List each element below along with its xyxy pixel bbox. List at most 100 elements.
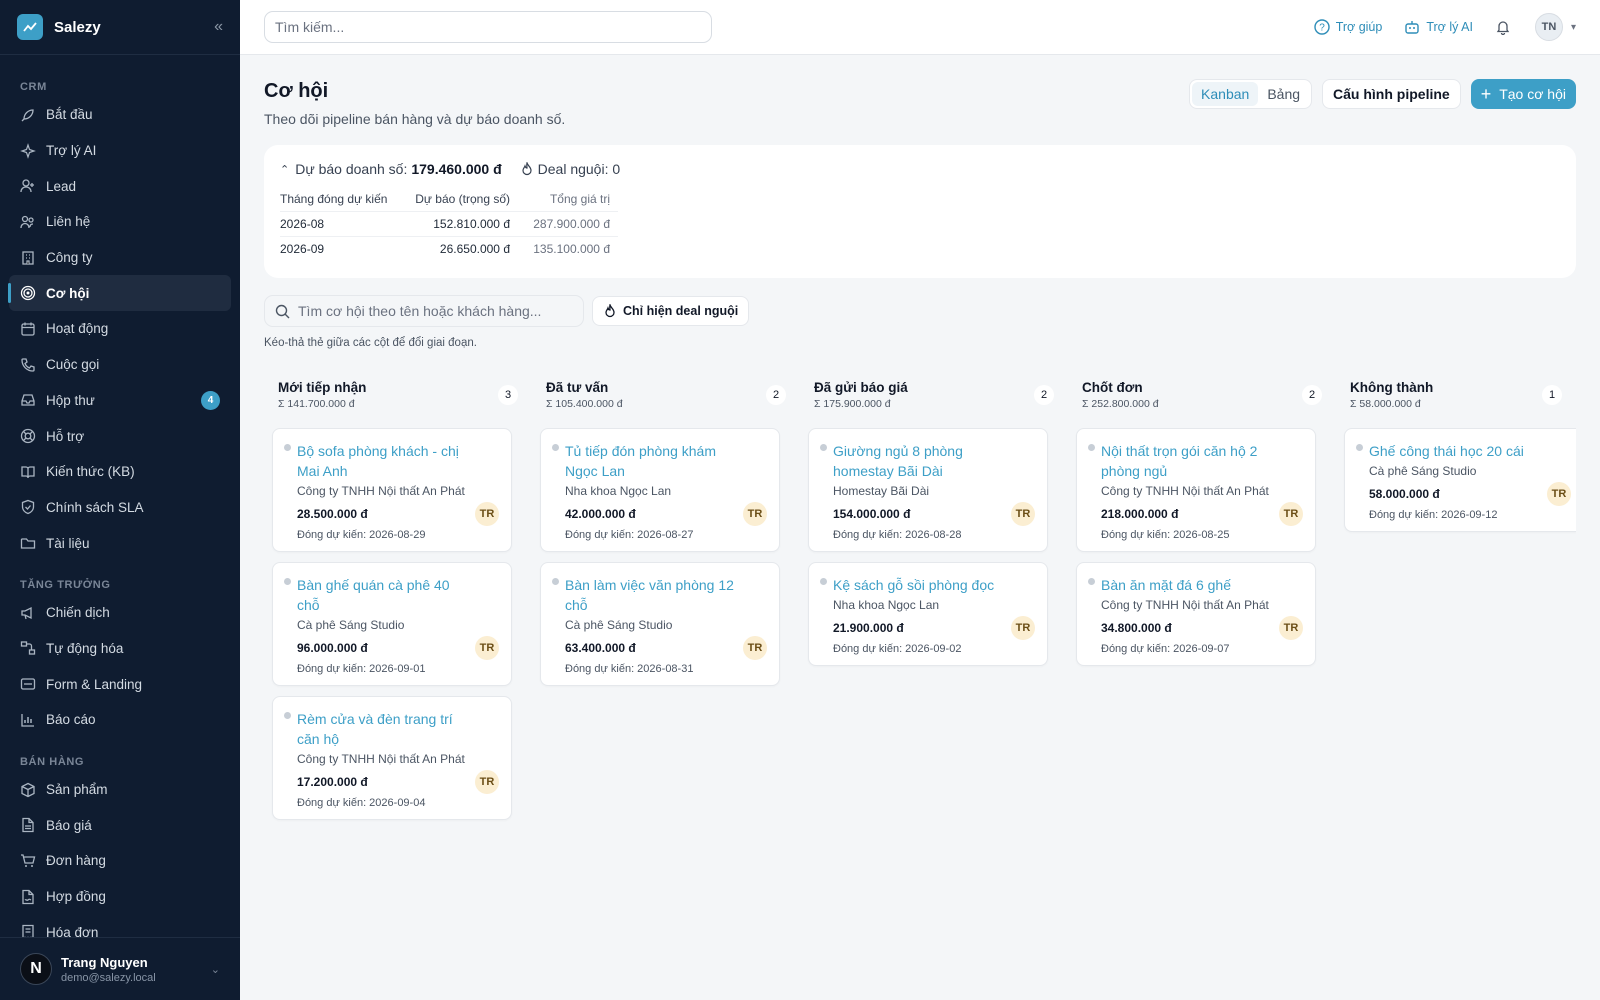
sidebar-item-6[interactable]: Hoạt động	[9, 311, 231, 347]
deal-title-link[interactable]: Bàn làm việc văn phòng 12 chỗ	[565, 575, 767, 615]
deal-card[interactable]: Tủ tiếp đón phòng khám Ngọc Lan Nha khoa…	[540, 428, 780, 552]
drag-handle-dot[interactable]	[552, 578, 559, 585]
deal-company: Công ty TNHH Nội thất An Phát	[297, 752, 465, 766]
create-deal-button[interactable]: + Tạo cơ hội	[1470, 79, 1576, 109]
view-kanban-tab[interactable]: Kanban	[1192, 82, 1259, 106]
deal-title-link[interactable]: Nội thất trọn gói căn hộ 2 phòng ngủ	[1101, 441, 1303, 481]
user-avatar-top[interactable]: TN	[1534, 13, 1563, 41]
global-search-input[interactable]	[264, 11, 712, 43]
sidebar-item-9[interactable]: Hỗ trợ	[9, 418, 231, 454]
deal-close-date: Đóng dự kiến: 2026-09-02	[833, 643, 962, 655]
sidebar-item-0[interactable]: Sản phẩm	[9, 772, 231, 808]
deal-company: Nha khoa Ngọc Lan	[833, 598, 940, 612]
deal-card[interactable]: Rèm cửa và đèn trang trí căn hộ Công ty …	[272, 696, 512, 820]
main-content: Cơ hội Theo dõi pipeline bán hàng và dự …	[240, 55, 1600, 1000]
sidebar-item-7[interactable]: Cuộc gọi	[9, 347, 231, 383]
deal-search-input[interactable]	[298, 303, 568, 319]
deal-card[interactable]: Bộ sofa phòng khách - chị Mai Anh Công t…	[272, 428, 512, 552]
column-header: Đã tư vấn Σ 105.400.000 đ 2	[540, 380, 792, 428]
deal-title-link[interactable]: Bàn ghế quán cà phê 40 chỗ	[297, 575, 499, 615]
sidebar-item-label: Công ty	[46, 250, 93, 266]
column-count-badge: 1	[1542, 385, 1562, 405]
deal-card[interactable]: Bàn ghế quán cà phê 40 chỗ Cà phê Sáng S…	[272, 562, 512, 686]
forecast-header[interactable]: ⌃ Dự báo doanh số: 179.460.000 đ Deal ng…	[280, 161, 1560, 177]
drag-handle-dot[interactable]	[1356, 444, 1363, 451]
drag-handle-dot[interactable]	[820, 444, 827, 451]
trend-chart-icon[interactable]	[17, 14, 43, 40]
target-icon	[20, 285, 36, 301]
sidebar-item-12[interactable]: Tài liệu	[9, 525, 231, 561]
kanban-column: Chốt đơn Σ 252.800.000 đ 2 Nội thất trọn…	[1068, 372, 1336, 838]
svg-text:?: ?	[1319, 23, 1325, 34]
deal-card[interactable]: Bàn làm việc văn phòng 12 chỗ Cà phê Sán…	[540, 562, 780, 686]
sidebar-item-10[interactable]: Kiến thức (KB)	[9, 454, 231, 490]
sidebar-item-4[interactable]: Công ty	[9, 240, 231, 276]
page-subtitle: Theo dõi pipeline bán hàng và dự báo doa…	[264, 111, 566, 127]
sidebar-item-2[interactable]: Form & Landing	[9, 666, 231, 702]
app-name[interactable]: Salezy	[54, 19, 101, 36]
chevron-up-down-icon[interactable]: ⌄	[211, 963, 220, 976]
sidebar-item-2[interactable]: Lead	[9, 168, 231, 204]
cold-deals-count: Deal nguội: 0	[520, 161, 620, 177]
calendar-icon	[20, 321, 36, 337]
sidebar-item-3[interactable]: Báo cáo	[9, 702, 231, 738]
sidebar-item-11[interactable]: Chính sách SLA	[9, 490, 231, 526]
sidebar-item-3[interactable]: Liên hệ	[9, 204, 231, 240]
sidebar-item-1[interactable]: Trợ lý AI	[9, 133, 231, 169]
drag-handle-dot[interactable]	[284, 444, 291, 451]
deal-card[interactable]: Giường ngủ 8 phòng homestay Bãi Dài Home…	[808, 428, 1048, 552]
forecast-label: Dự báo doanh số:	[295, 161, 408, 177]
column-count-badge: 2	[766, 385, 786, 405]
sidebar-item-8[interactable]: Hộp thư 4	[9, 383, 231, 419]
bell-icon[interactable]	[1495, 19, 1511, 35]
deal-title-link[interactable]: Giường ngủ 8 phòng homestay Bãi Dài	[833, 441, 1035, 481]
deal-title-link[interactable]: Kệ sách gỗ sồi phòng đọc	[833, 575, 1035, 595]
topbar: ? Trợ giúp Trợ lý AI TN ▾	[240, 0, 1600, 55]
deal-card[interactable]: Nội thất trọn gói căn hộ 2 phòng ngủ Côn…	[1076, 428, 1316, 552]
sidebar-item-0[interactable]: Bắt đầu	[9, 97, 231, 133]
help-link[interactable]: ? Trợ giúp	[1314, 19, 1382, 35]
chevron-down-icon[interactable]: ▾	[1571, 22, 1576, 33]
column-title: Đã tư vấn	[546, 380, 609, 395]
sidebar-item-1[interactable]: Báo giá	[9, 807, 231, 843]
user-menu[interactable]: N Trang Nguyen demo@salezy.local ⌄	[0, 937, 240, 1000]
ai-assistant-link[interactable]: Trợ lý AI	[1404, 19, 1473, 35]
deal-title-link[interactable]: Rèm cửa và đèn trang trí căn hộ	[297, 709, 499, 749]
drag-handle-dot[interactable]	[1088, 578, 1095, 585]
deal-title-link[interactable]: Tủ tiếp đón phòng khám Ngọc Lan	[565, 441, 767, 481]
flame-icon	[522, 162, 532, 176]
configure-pipeline-button[interactable]: Cấu hình pipeline	[1322, 79, 1461, 109]
drag-hint: Kéo-thả thẻ giữa các cột để đổi giai đoạ…	[264, 337, 477, 349]
sidebar-item-label: Cơ hội	[46, 285, 90, 301]
deal-title-link[interactable]: Bộ sofa phòng khách - chị Mai Anh	[297, 441, 499, 481]
deal-close-date: Đóng dự kiến: 2026-08-28	[833, 529, 962, 541]
sidebar-item-label: Sản phẩm	[46, 782, 108, 798]
sidebar-item-3[interactable]: Hợp đồng	[9, 879, 231, 915]
sidebar-item-4[interactable]: Hóa đơn	[9, 914, 231, 937]
drag-handle-dot[interactable]	[284, 578, 291, 585]
deal-card[interactable]: Ghế công thái học 20 cái Cà phê Sáng Stu…	[1344, 428, 1576, 532]
cold-only-toggle[interactable]: Chỉ hiện deal nguội	[592, 296, 750, 326]
sidebar-section-title: TĂNG TRƯỞNG	[20, 578, 111, 591]
view-table-tab[interactable]: Bảng	[1258, 82, 1309, 106]
drag-handle-dot[interactable]	[284, 712, 291, 719]
drag-handle-dot[interactable]	[820, 578, 827, 585]
sidebar-item-2[interactable]: Đơn hàng	[9, 843, 231, 879]
sidebar-item-label: Đơn hàng	[46, 853, 106, 869]
collapse-sidebar-icon[interactable]: «	[214, 18, 223, 36]
chevron-up-icon[interactable]: ⌃	[280, 163, 289, 176]
kanban-board: Mới tiếp nhận Σ 141.700.000 đ 3 Bộ sofa …	[264, 372, 1600, 838]
deal-card[interactable]: Kệ sách gỗ sồi phòng đọc Nha khoa Ngọc L…	[808, 562, 1048, 666]
search-icon	[275, 304, 290, 318]
cell-month: 2026-09	[280, 241, 325, 256]
sidebar-item-1[interactable]: Tự động hóa	[9, 631, 231, 667]
deal-title-link[interactable]: Ghế công thái học 20 cái	[1369, 441, 1571, 461]
sidebar-item-5[interactable]: Cơ hội	[8, 275, 231, 312]
drag-handle-dot[interactable]	[552, 444, 559, 451]
owner-avatar: TR	[1011, 616, 1035, 640]
deal-card[interactable]: Bàn ăn mặt đá 6 ghế Công ty TNHH Nội thấ…	[1076, 562, 1316, 666]
deal-title-link[interactable]: Bàn ăn mặt đá 6 ghế	[1101, 575, 1303, 595]
user-plus-icon	[20, 178, 36, 194]
drag-handle-dot[interactable]	[1088, 444, 1095, 451]
sidebar-item-0[interactable]: Chiến dịch	[9, 595, 231, 631]
